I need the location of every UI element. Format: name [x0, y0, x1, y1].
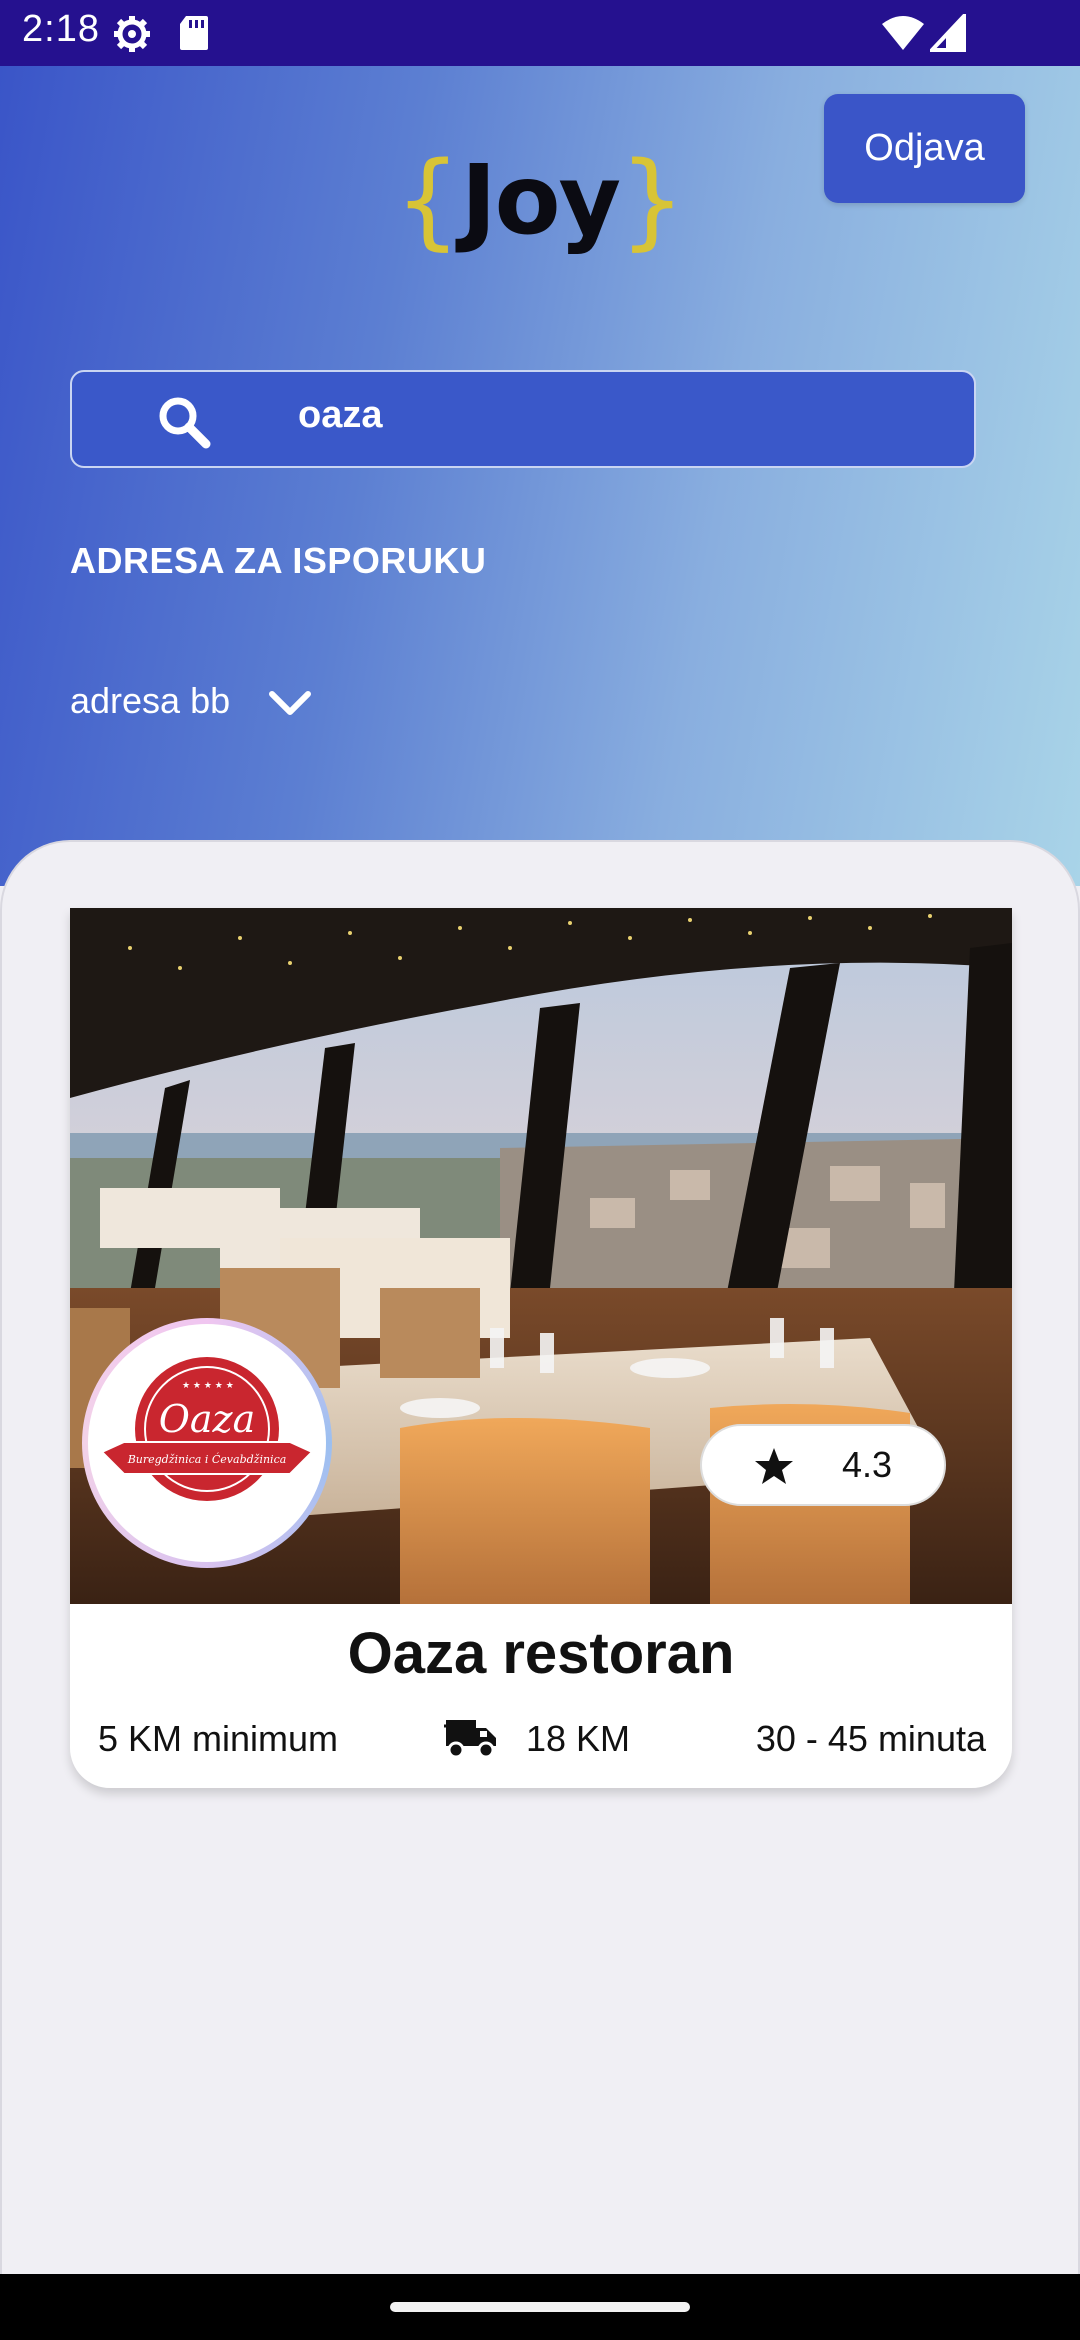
- restaurant-logo: ★ ★ ★ ★ ★ Oaza Buregdžinica i Ćevabdžini…: [82, 1318, 332, 1568]
- delivery-address-heading: ADRESA ZA ISPORUKU: [70, 540, 487, 581]
- restaurant-name: Oaza restoran: [347, 1621, 735, 1686]
- logo-brace-right: }: [619, 139, 686, 261]
- gear-icon: [114, 16, 150, 52]
- logo-text: Joy: [460, 144, 621, 256]
- minimum-order: 5 KM minimum: [98, 1718, 339, 1759]
- signal-icon: [930, 14, 966, 52]
- sd-card-icon: [180, 16, 208, 50]
- rating-value: 4.3: [842, 1444, 893, 1485]
- home-gesture-handle[interactable]: [390, 2302, 690, 2312]
- rating-badge: 4.3: [700, 1424, 946, 1506]
- logo-brace-left: {: [394, 139, 461, 261]
- chevron-down-icon[interactable]: [268, 688, 312, 718]
- wifi-icon: [882, 16, 924, 50]
- restaurant-card[interactable]: ★ ★ ★ ★ ★ Oaza Buregdžinica i Ćevabdžini…: [70, 908, 1012, 1788]
- truck-icon: [444, 1720, 496, 1759]
- star-icon: [755, 1448, 793, 1484]
- delivery-time: 30 - 45 minuta: [755, 1718, 986, 1759]
- logout-button[interactable]: Odjava: [824, 94, 1025, 203]
- search-input[interactable]: oaza: [70, 370, 976, 468]
- status-time: 2:18: [22, 8, 100, 50]
- status-bar: 2:18: [0, 0, 1080, 66]
- search-value[interactable]: oaza: [298, 394, 382, 437]
- logo-lettering: Oaza: [159, 1397, 255, 1441]
- delivery-fee: 18 KM: [526, 1718, 631, 1759]
- app-logo: { Joy }: [395, 140, 686, 260]
- logo-subtitle: Buregdžinica i Ćevabdžinica: [127, 1452, 287, 1466]
- search-icon: [159, 397, 211, 449]
- delivery-address-select[interactable]: adresa bb: [70, 680, 230, 722]
- oaza-logo-emblem: ★ ★ ★ ★ ★ Oaza Buregdžinica i Ćevabdžini…: [100, 1357, 314, 1501]
- svg-text:★ ★ ★ ★ ★: ★ ★ ★ ★ ★: [182, 1381, 234, 1391]
